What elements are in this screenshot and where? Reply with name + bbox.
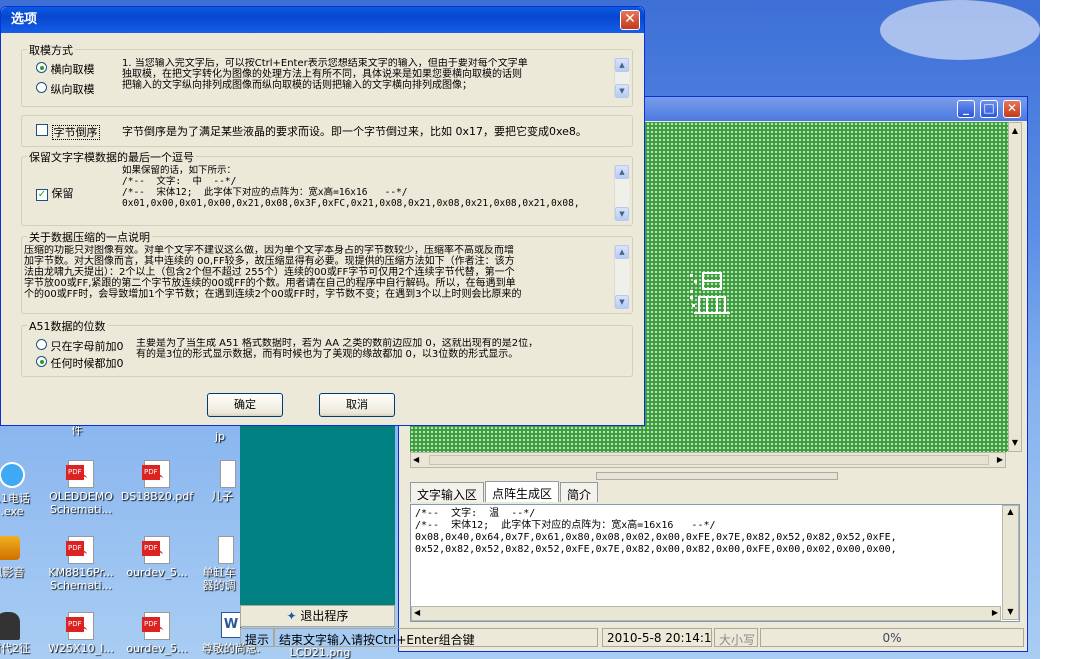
diamond-icon: ✦ [286,609,301,623]
status-hint-text: 结束文字输入请按Ctrl+Enter组合键 [274,628,598,647]
pdf-file-icon [66,536,94,564]
radio-vertical[interactable]: 纵向取模 [36,81,95,97]
radio-horizontal[interactable]: 横向取模 [36,61,95,77]
exit-program-button[interactable]: ✦ 退出程序 [240,605,395,627]
pdf-file-icon [66,460,94,488]
group-a51: A51数据的位数 只在字母前加0 任何时候都加0 主要是为了当生成 A51 格式… [21,318,633,377]
dialog-title: 选项 [1,7,644,33]
desktop-icon-label-partial[interactable]: jp [200,430,240,443]
document-icon [218,536,234,564]
options-dialog: 选项 ✕ 取模方式 横向取模 纵向取模 1. 当您输入完文字后，可以按Ctrl+… [0,6,645,426]
splitter[interactable] [596,472,838,480]
keep-comma-checkbox[interactable]: ✓ 保留 [36,185,74,201]
pdf-file-icon [142,536,170,564]
group-mode-title: 取模方式 [27,42,75,58]
group-mode: 取模方式 横向取模 纵向取模 1. 当您输入完文字后，可以按Ctrl+Enter… [21,42,633,107]
keep-comma-scrollbar[interactable]: ▲ ▼ [614,165,629,221]
desktop-icon-doc[interactable]: 儿子 [200,460,244,503]
group-a51-title: A51数据的位数 [27,318,108,334]
radio-indicator [36,62,47,73]
keep-comma-description: 如果保留的话，如下所示： /*-- 文字: 中 --*/ /*-- 宋体12; … [122,165,580,209]
pdf-file-icon [66,612,94,640]
desktop-icon-pdf[interactable]: KM8816Pr... Schemati... [44,536,118,592]
tab-text-input[interactable]: 文字输入区 [410,482,485,502]
pdf-file-icon [142,460,170,488]
status-datetime: 2010-5-8 20:14:14 [602,628,712,647]
desktop-icon-doc[interactable]: 单缸车 器的调 [196,536,242,592]
phone-app-icon [0,462,25,488]
desktop-icon-phone[interactable]: 11电话 .exe [0,462,44,518]
radio-indicator [36,82,47,93]
glyph-preview [690,272,730,314]
desktop-icon-pdf[interactable]: ourdev_5... [120,612,194,655]
radio-always[interactable]: 任何时候都加0 [36,355,124,371]
generated-data-output[interactable]: /*-- 文字: 温 --*/ /*-- 宋体12; 此字体下对应的点阵为：宽x… [410,504,1020,622]
canvas-vertical-scrollbar[interactable]: ▲ ▼ [1008,122,1022,452]
radio-indicator [36,339,47,350]
output-horizontal-scrollbar[interactable]: ◀ ▶ [411,606,1001,621]
group-byte-order: 字节倒序 字节倒序是为了满足某些液晶的要求而设。即一个字节倒过来，比如 0x17… [21,115,633,147]
desktop-icon-pdf[interactable]: DS18B20.pdf [120,460,194,503]
tab-strip: 文字输入区 点阵生成区 简介 [410,481,599,502]
radio-alpha-only[interactable]: 只在字母前加0 [36,338,124,354]
byte-order-description: 字节倒序是为了满足某些液晶的要求而设。即一个字节倒过来，比如 0x17，要把它变… [122,126,587,138]
checkbox-box [36,124,48,136]
maximize-button[interactable]: □ [980,100,998,118]
a51-description: 主要是为了当生成 A51 格式数据时，若为 AA 之类的数前边应加 0，这就出现… [136,338,539,360]
output-vertical-scrollbar[interactable]: ▲ ▼ [1002,505,1019,620]
close-button[interactable]: ✕ [1003,100,1021,118]
byte-reverse-checkbox[interactable]: 字节倒序 [36,124,100,140]
left-panel [240,420,395,605]
group-keep-comma: 保留文字字模数据的最后一个逗号 ✓ 保留 如果保留的话，如下所示： /*-- 文… [21,149,633,226]
status-caps: 大小写 [714,628,758,647]
compression-scrollbar[interactable]: ▲ ▼ [614,245,629,309]
cloud [880,0,1040,60]
desktop-icon-pdf[interactable]: ourdev_5... [120,536,194,579]
group-compression: 关于数据压缩的一点说明 压缩的功能只对图像有效。对单个文字不建议这么做，因为单个… [21,229,633,314]
tab-intro[interactable]: 简介 [560,482,599,502]
pdf-file-icon [142,612,170,640]
desktop-icon-app[interactable]: 风影音 [0,536,36,579]
ok-button[interactable]: 确定 [207,393,283,417]
group-keep-comma-title: 保留文字字模数据的最后一个逗号 [27,149,196,165]
desktop-icon-pdf[interactable]: W25X10_I... [44,612,118,655]
document-icon [220,460,236,488]
status-progress: 0% [760,628,1024,647]
mode-description: 1. 当您输入完文字后，可以按Ctrl+Enter表示您想结束文字的输入，但由于… [122,58,528,91]
dialog-close-button[interactable]: ✕ [620,10,640,30]
compression-description: 压缩的功能只对图像有效。对单个文字不建议这么做，因为单个文字本身占的字节数较少，… [24,245,522,300]
radio-indicator [36,356,47,367]
cancel-button[interactable]: 取消 [319,393,395,417]
minimize-button[interactable]: _ [957,100,975,118]
checkbox-box: ✓ [36,189,48,201]
screen-edge [1040,0,1085,659]
game-app-icon [0,612,20,640]
tab-dot-matrix[interactable]: 点阵生成区 [485,481,560,502]
desktop-icon-app[interactable]: 时代2征 [0,612,40,655]
status-bar: 提示 结束文字输入请按Ctrl+Enter组合键 2010-5-8 20:14:… [240,628,1026,648]
canvas-horizontal-scrollbar[interactable]: ◀ ▶ [410,452,1006,468]
desktop-icon-pdf[interactable]: OLEDDEMO Schemati... [44,460,118,516]
word-file-icon: W [221,612,241,638]
media-player-icon [0,536,20,560]
mode-desc-scrollbar[interactable]: ▲ ▼ [614,58,629,98]
status-hint-label: 提示 [240,628,274,647]
group-compression-title: 关于数据压缩的一点说明 [27,229,152,245]
